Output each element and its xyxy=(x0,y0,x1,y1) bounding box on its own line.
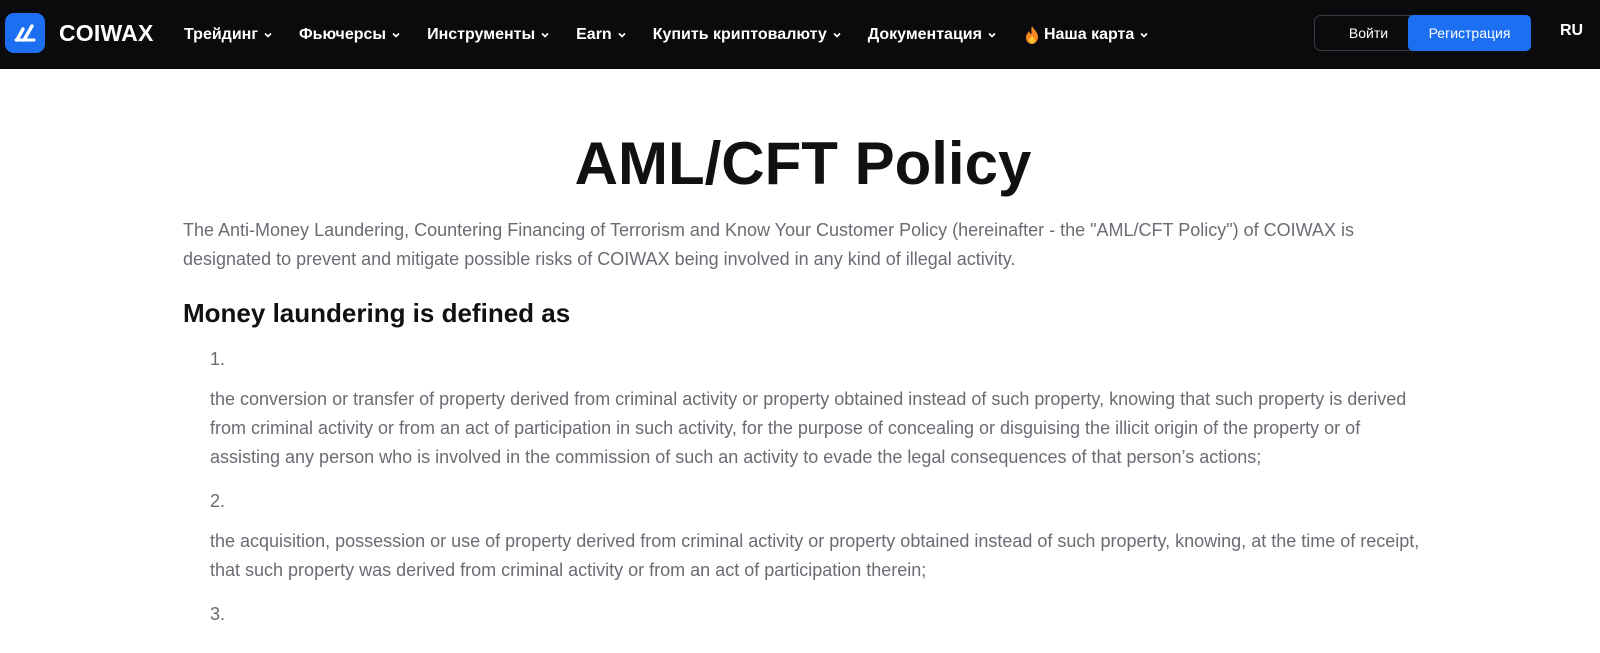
definition-list: 1. the conversion or transfer of propert… xyxy=(210,345,1423,629)
section-heading: Money laundering is defined as xyxy=(183,298,571,328)
chevron-down-icon xyxy=(392,32,400,38)
login-button[interactable]: Войти xyxy=(1314,15,1423,51)
list-item: 1. the conversion or transfer of propert… xyxy=(210,345,1423,472)
list-item-number: 2. xyxy=(210,491,226,511)
list-item: 2. the acquisition, possession or use of… xyxy=(210,487,1423,585)
fire-icon xyxy=(1025,25,1038,44)
top-navbar: COIWAX Трейдинг Фьючерсы Инструменты Ear… xyxy=(0,0,1600,69)
intro-paragraph: The Anti-Money Laundering, Countering Fi… xyxy=(183,220,1354,269)
list-item: 3. xyxy=(210,600,1423,629)
chevron-down-icon xyxy=(833,32,841,38)
chevron-down-icon xyxy=(541,32,549,38)
page-title: AML/CFT Policy xyxy=(574,130,1032,197)
chevron-down-icon xyxy=(618,32,626,38)
nav-item-our-card[interactable]: Наша карта xyxy=(1023,25,1149,45)
nav-item-earn[interactable]: Earn xyxy=(576,26,627,44)
nav-item-buy-crypto[interactable]: Купить криптовалюту xyxy=(653,26,842,44)
list-item-number: 3. xyxy=(210,604,226,624)
nav-item-futures[interactable]: Фьючерсы xyxy=(299,26,401,44)
language-selector[interactable]: RU xyxy=(1560,22,1583,40)
nav-item-label: Наша карта xyxy=(1043,25,1135,43)
chevron-down-icon xyxy=(264,32,272,38)
list-item-number: 1. xyxy=(210,349,226,369)
nav-item-label: Инструменты xyxy=(427,25,536,43)
nav-item-label: Документация xyxy=(867,25,982,43)
brand-logo[interactable]: COIWAX xyxy=(5,13,153,53)
nav-item-tools[interactable]: Инструменты xyxy=(427,26,550,44)
nav-item-trading[interactable]: Трейдинг xyxy=(184,26,273,44)
nav-item-label: Купить криптовалюту xyxy=(652,25,827,43)
brand-name: COIWAX xyxy=(59,19,154,46)
nav-item-label: Трейдинг xyxy=(184,25,258,43)
main-nav: Трейдинг Фьючерсы Инструменты Earn Купит… xyxy=(184,0,1175,69)
list-item-text: the acquisition, possession or use of pr… xyxy=(210,531,1420,580)
nav-item-label: Фьючерсы xyxy=(299,25,387,43)
list-item-text: the conversion or transfer of property d… xyxy=(210,389,1407,467)
chevron-down-icon xyxy=(1140,32,1148,38)
chevron-down-icon xyxy=(988,32,996,38)
nav-item-docs[interactable]: Документация xyxy=(868,26,997,44)
logo-icon xyxy=(5,13,45,53)
main-content: AML/CFT Policy The Anti-Money Laundering… xyxy=(183,69,1423,629)
register-button[interactable]: Регистрация xyxy=(1408,15,1531,51)
nav-item-label: Earn xyxy=(576,25,612,43)
